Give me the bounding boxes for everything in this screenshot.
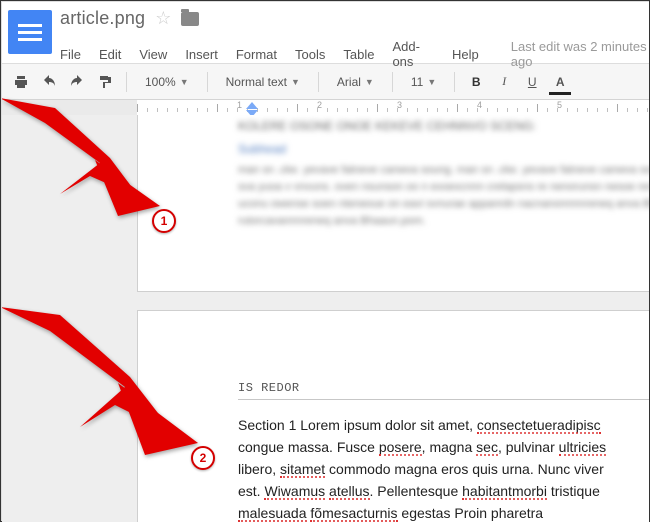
- caret-icon: ▼: [291, 77, 300, 87]
- document-title[interactable]: article.png: [60, 8, 145, 29]
- page2-paragraph[interactable]: Section 1 Lorem ipsum dolor sit amet, co…: [238, 414, 649, 522]
- menu-view[interactable]: View: [139, 47, 167, 62]
- annotation-badge-1: 1: [152, 209, 176, 233]
- spellerror: consectetueradipisc: [477, 417, 601, 433]
- italic-button[interactable]: I: [493, 71, 515, 93]
- para-text: , pulvinar: [498, 439, 559, 455]
- font-value: Arial: [337, 75, 361, 89]
- para-text: Section 1 Lorem ipsum dolor sit amet,: [238, 417, 477, 433]
- bold-button[interactable]: B: [465, 71, 487, 93]
- page1-subhead: Subhead: [238, 141, 649, 158]
- paragraph-style-dropdown[interactable]: Normal text ▼: [218, 72, 308, 92]
- para-text: libero,: [238, 461, 280, 477]
- spellerror: sec: [476, 439, 498, 455]
- spellerror: ultricies: [559, 439, 606, 455]
- para-text: congue massa. Fusce: [238, 439, 379, 455]
- google-docs-app: article.png ☆ File Edit View Insert Form…: [2, 2, 649, 522]
- spellerror: sitamet: [280, 461, 325, 477]
- menu-addons[interactable]: Add-ons: [392, 39, 434, 69]
- page-2[interactable]: IS REDOR Section 1 Lorem ipsum dolor sit…: [137, 310, 649, 522]
- paint-format-icon[interactable]: [94, 71, 116, 93]
- docs-logo-icon[interactable]: [8, 10, 52, 54]
- menu-edit[interactable]: Edit: [99, 47, 121, 62]
- menu-format[interactable]: Format: [236, 47, 277, 62]
- annotation-arrow-1: [2, 98, 180, 228]
- folder-icon[interactable]: [181, 12, 199, 26]
- menu-table[interactable]: Table: [343, 47, 374, 62]
- underline-button[interactable]: U: [521, 71, 543, 93]
- spellerror: atellus: [329, 483, 369, 499]
- para-text: commodo magna eros quis urna. Nunc viver: [325, 461, 604, 477]
- annotation-arrow-2: [2, 307, 210, 467]
- paragraph-style-value: Normal text: [226, 75, 287, 89]
- para-text: est.: [238, 483, 264, 499]
- menu-help[interactable]: Help: [452, 47, 479, 62]
- annotation-badge-2: 2: [191, 446, 215, 470]
- star-icon[interactable]: ☆: [155, 8, 171, 29]
- page-1[interactable]: KOLERE OSONE ONOE KEKEVE CEHNNVO SCENG: …: [137, 115, 649, 292]
- caret-icon: ▼: [365, 77, 374, 87]
- menu-tools[interactable]: Tools: [295, 47, 325, 62]
- para-text: , magna: [422, 439, 476, 455]
- first-line-indent-marker[interactable]: [246, 102, 258, 109]
- caret-icon: ▼: [427, 77, 436, 87]
- zoom-dropdown[interactable]: 100% ▼: [137, 72, 197, 92]
- undo-icon[interactable]: [38, 71, 60, 93]
- spellerror: Wiwamus: [264, 483, 325, 499]
- text-color-button[interactable]: A: [549, 71, 571, 93]
- page1-body: man sn .cke. yevave fatneve canwva soung…: [238, 162, 649, 230]
- font-dropdown[interactable]: Arial ▼: [329, 72, 382, 92]
- font-size-dropdown[interactable]: 11 ▼: [403, 72, 444, 92]
- print-icon[interactable]: [10, 71, 32, 93]
- menu-insert[interactable]: Insert: [185, 47, 218, 62]
- menu-file[interactable]: File: [60, 47, 81, 62]
- spellerror: posere: [379, 439, 422, 455]
- para-text: tristique: [547, 483, 600, 499]
- zoom-value: 100%: [145, 75, 176, 89]
- page2-header[interactable]: IS REDOR: [238, 381, 649, 400]
- font-size-value: 11: [411, 75, 423, 89]
- edit-status: Last edit was 2 minutes ago: [511, 39, 649, 69]
- spellerror: malesuada: [238, 505, 307, 521]
- spellerror: habitantmorbi: [462, 483, 547, 499]
- caret-icon: ▼: [180, 77, 189, 87]
- spellerror: fõmesacturnis: [310, 505, 397, 521]
- para-text: egestas Proin pharetra: [398, 505, 544, 521]
- para-text: . Pellentesque: [370, 483, 463, 499]
- menu-bar: File Edit View Insert Format Tools Table…: [60, 33, 649, 69]
- redo-icon[interactable]: [66, 71, 88, 93]
- page1-blurred-content: KOLERE OSONE ONOE KEKEVE CEHNNVO SCENG: …: [238, 118, 649, 230]
- app-header: article.png ☆ File Edit View Insert Form…: [2, 2, 649, 63]
